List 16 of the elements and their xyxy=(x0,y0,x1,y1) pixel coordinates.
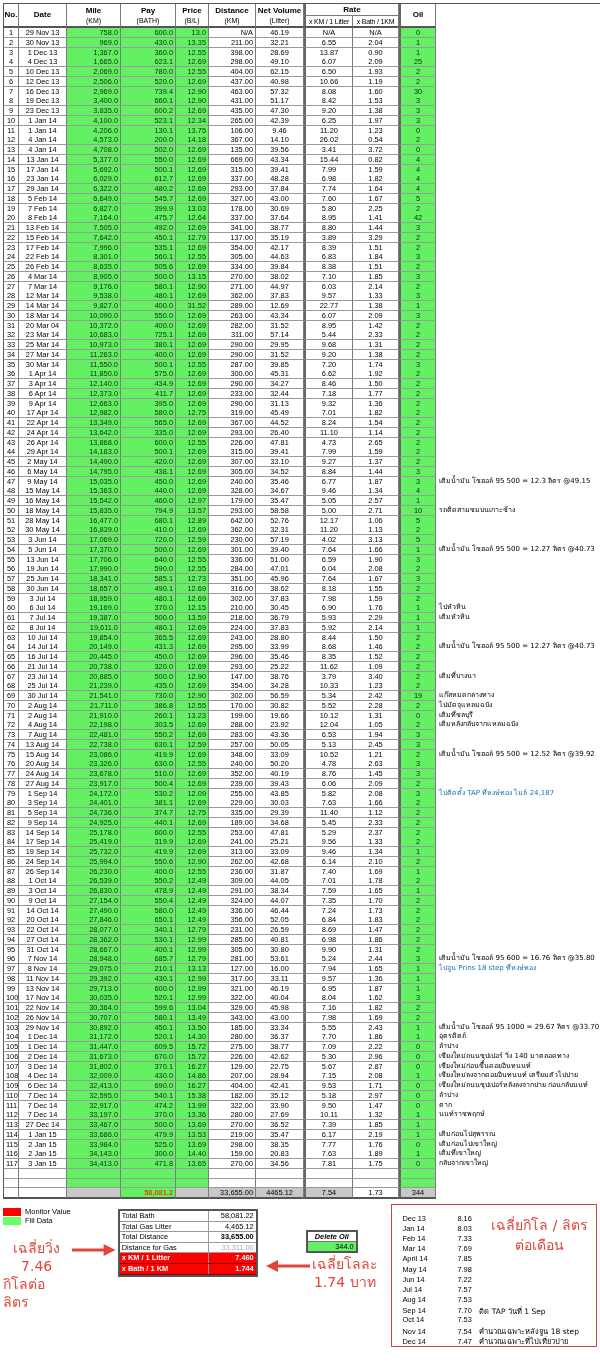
column-header: Distance xyxy=(215,5,249,16)
column-header: Net Volume xyxy=(257,5,302,16)
monthly-title: ต่อเดือน xyxy=(515,1236,565,1255)
monthly-title: เฉลี่ยกิโล / ลิตร xyxy=(491,1215,588,1235)
callout-text: 7.46 xyxy=(21,1257,53,1275)
column-header: Rate xyxy=(343,4,361,15)
callout-text: กิโลต่อลิตร xyxy=(3,1275,46,1311)
column-header: Mile xyxy=(85,5,102,16)
column-header: Price xyxy=(182,5,202,16)
callout-text: เฉลี่ยวิ่ง xyxy=(13,1239,61,1257)
callout-text: 1.74 บาท xyxy=(313,1273,376,1291)
column-header: No. xyxy=(4,10,18,20)
column-header: Date xyxy=(33,10,52,20)
column-header: Oil xyxy=(412,10,424,20)
callout-text: เฉลี่ยโลละ xyxy=(311,1255,378,1273)
column-header: Pay xyxy=(140,5,156,16)
